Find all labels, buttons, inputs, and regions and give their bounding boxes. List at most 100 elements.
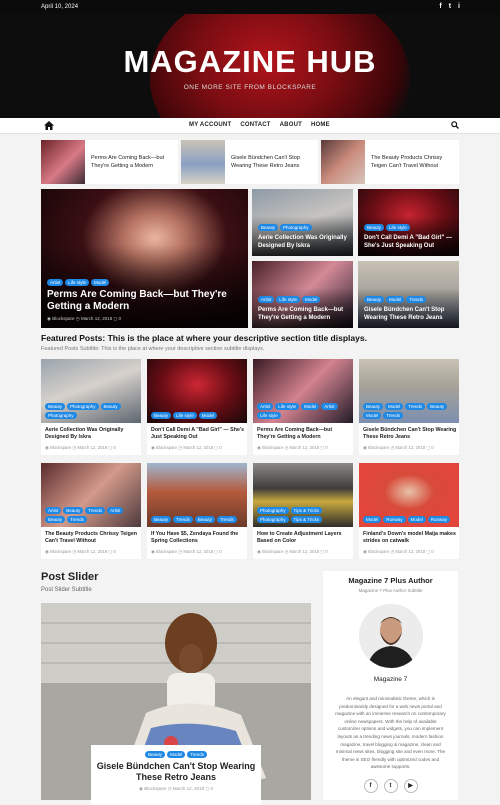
facebook-icon[interactable]: f	[363, 778, 378, 793]
category-tag[interactable]: Beauty	[364, 296, 385, 303]
category-tag[interactable]: Trends	[383, 412, 404, 419]
category-tag[interactable]: Artist	[107, 507, 124, 514]
category-tag[interactable]: Beauty	[45, 516, 66, 523]
post-title[interactable]: Gisele Bündchen Can't Stop Wearing These…	[363, 427, 457, 441]
category-tag[interactable]: Artist	[258, 296, 275, 303]
category-tag[interactable]: Trends	[187, 751, 208, 758]
category-tag[interactable]: Photography	[257, 516, 289, 523]
featured-post-card[interactable]: Artist Life style Model Artist Life style Pe…	[253, 359, 353, 455]
ticker-title[interactable]: Gisele Bündchen Can't Stop Wearing These…	[225, 154, 318, 170]
post-author[interactable]: Blockspare	[368, 445, 389, 450]
twitter-icon[interactable]: t	[449, 3, 451, 11]
category-tag[interactable]: Photography	[257, 507, 289, 514]
nav-item-my-account[interactable]: MY ACCOUNT	[189, 122, 231, 128]
category-tag[interactable]: Runway	[427, 516, 451, 523]
ticker-title[interactable]: The Beauty Products Chrissy Teigen Can't…	[365, 154, 459, 170]
category-tag[interactable]: Beauty	[100, 403, 121, 410]
category-tag[interactable]: Model	[385, 403, 404, 410]
post-title[interactable]: How to Create Adjustment Layers Based on…	[257, 531, 351, 545]
category-tag[interactable]: Photography	[280, 224, 312, 231]
post-author[interactable]: Blockspare	[52, 316, 74, 321]
category-tag[interactable]: Tips & Tricks	[290, 516, 323, 523]
post-title[interactable]: Aerie Collection Was Originally Designed…	[258, 234, 347, 250]
post-title[interactable]: Perms Are Coming Back—but They're Gettin…	[257, 427, 351, 441]
instagram-icon[interactable]: i	[458, 3, 460, 11]
avatar[interactable]	[358, 604, 423, 668]
ticker-title[interactable]: Perms Are Coming Back—but They're Gettin…	[85, 154, 178, 170]
category-tag[interactable]: Beauty	[364, 224, 385, 231]
category-tag[interactable]: Trends	[216, 516, 237, 523]
post-author[interactable]: Blockspare	[368, 549, 389, 554]
post-author[interactable]: Blockspare	[156, 445, 177, 450]
site-title[interactable]: MAGAZINE HUB	[0, 44, 500, 80]
ticker-item[interactable]: Gisele Bündchen Can't Stop Wearing These…	[181, 140, 318, 184]
category-tag[interactable]: Model	[166, 751, 186, 758]
featured-post-card[interactable]: Model Runway Model Runway Finland's Down's …	[359, 463, 459, 559]
post-author[interactable]: Blockspare	[144, 786, 166, 791]
featured-post-card[interactable]: Photography Tips & Tricks Photography Tips …	[253, 463, 353, 559]
ticker-item[interactable]: Perms Are Coming Back—but They're Gettin…	[41, 140, 178, 184]
post-title[interactable]: If You Have $5, Zendaya Found the Spring…	[151, 531, 245, 545]
category-tag[interactable]: Model	[198, 412, 218, 419]
category-tag[interactable]: Life style	[257, 412, 281, 419]
category-tag[interactable]: Artist	[47, 279, 64, 286]
twitter-icon[interactable]: t	[383, 778, 398, 793]
slide-title[interactable]: Gisele Bündchen Can't Stop Wearing These…	[91, 761, 261, 783]
category-tag[interactable]: Life style	[65, 279, 90, 286]
category-tag[interactable]: Life style	[276, 296, 301, 303]
category-tag[interactable]: Model	[386, 296, 405, 303]
category-tag[interactable]: Model	[363, 516, 382, 523]
category-tag[interactable]: Photography	[45, 412, 77, 419]
youtube-icon[interactable]: ▶	[403, 778, 418, 793]
facebook-icon[interactable]: f	[439, 3, 441, 11]
category-tag[interactable]: Life style	[275, 403, 300, 410]
category-tag[interactable]: Tips & Tricks	[290, 507, 323, 514]
category-tag[interactable]: Model	[301, 403, 320, 410]
category-tag[interactable]: Beauty	[363, 403, 384, 410]
category-tag[interactable]: Beauty	[63, 507, 84, 514]
post-author[interactable]: Blockspare	[50, 549, 71, 554]
post-title[interactable]: Perms Are Coming Back—but They're Gettin…	[47, 289, 242, 313]
home-icon[interactable]	[44, 121, 54, 132]
category-tag[interactable]: Trends	[406, 296, 427, 303]
ticker-item[interactable]: The Beauty Products Chrissy Teigen Can't…	[321, 140, 459, 184]
category-tag[interactable]: Trends	[173, 516, 193, 523]
category-tag[interactable]: Life style	[386, 224, 410, 231]
category-tag[interactable]: Model	[407, 516, 426, 523]
post-author[interactable]: Blockspare	[262, 445, 283, 450]
category-tag[interactable]: Artist	[257, 403, 274, 410]
main-small-post[interactable]: Artist Life style Model Perms Are Coming B…	[252, 261, 353, 328]
main-small-post[interactable]: Beauty Model Trends Gisele Bündchen Can't …	[358, 261, 459, 328]
category-tag[interactable]: Trends	[405, 403, 426, 410]
category-tag[interactable]: Artist	[321, 403, 338, 410]
post-author[interactable]: Blockspare	[262, 549, 283, 554]
nav-item-about[interactable]: ABOUT	[280, 122, 302, 128]
featured-post-card[interactable]: Beauty Trends Beauty Trends If You Have $5,…	[147, 463, 247, 559]
category-tag[interactable]: Beauty	[151, 412, 172, 419]
category-tag[interactable]: Model	[363, 412, 382, 419]
post-title[interactable]: Perms Are Coming Back—but They're Gettin…	[258, 306, 347, 322]
category-tag[interactable]: Model	[302, 296, 321, 303]
featured-main-post[interactable]: Artist Life style Model Perms Are Coming…	[41, 189, 248, 328]
main-small-post[interactable]: Beauty Photography Aerie Collection Was O…	[252, 189, 353, 256]
featured-post-card[interactable]: Beauty Life style Model Don't Call Demi A …	[147, 359, 247, 455]
category-tag[interactable]: Life style	[173, 412, 197, 419]
nav-item-contact[interactable]: CONTACT	[240, 122, 270, 128]
category-tag[interactable]: Photography	[67, 403, 99, 410]
post-title[interactable]: Don't Call Demi A "Bad Girl" — She's Jus…	[364, 234, 453, 250]
category-tag[interactable]: Beauty	[427, 403, 448, 410]
category-tag[interactable]: Trends	[67, 516, 87, 523]
post-title[interactable]: Aerie Collection Was Originally Designed…	[45, 427, 139, 441]
post-author[interactable]: Blockspare	[156, 549, 177, 554]
category-tag[interactable]: Beauty	[151, 516, 172, 523]
category-tag[interactable]: Runway	[383, 516, 406, 523]
author-name[interactable]: Magazine 7	[323, 676, 458, 683]
category-tag[interactable]: Artist	[45, 507, 62, 514]
post-title[interactable]: Don't Call Demi A "Bad Girl" — She's Jus…	[151, 427, 245, 441]
post-title[interactable]: Gisele Bündchen Can't Stop Wearing These…	[364, 306, 453, 322]
featured-post-card[interactable]: Beauty Model Trends Beauty Model Trends Gisel…	[359, 359, 459, 455]
featured-post-card[interactable]: Artist Beauty Trends Artist Beauty Trends The…	[41, 463, 141, 559]
category-tag[interactable]: Beauty	[194, 516, 215, 523]
category-tag[interactable]: Model	[91, 279, 110, 286]
category-tag[interactable]: Beauty	[144, 751, 165, 758]
